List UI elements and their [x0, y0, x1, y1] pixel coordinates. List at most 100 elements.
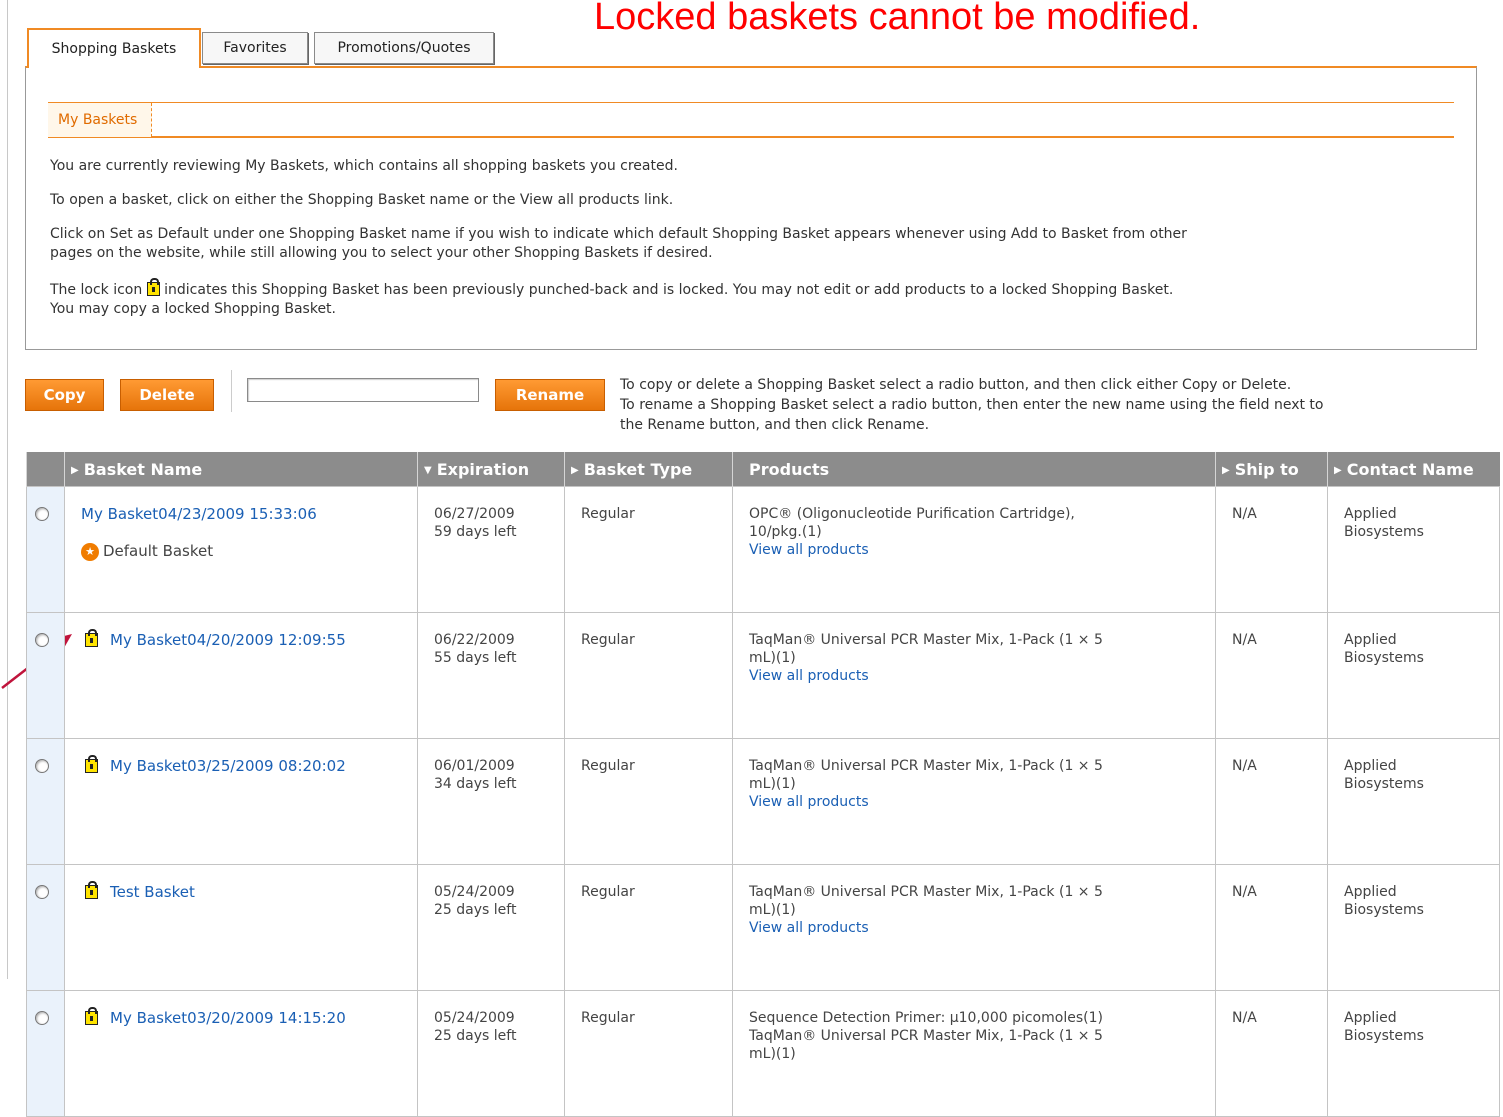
table-row: My Basket04/23/2009 15:33:06 ★ Default Ba…: [26, 486, 1500, 613]
left-border: [7, 0, 8, 979]
table-row: My Basket03/25/2009 08:20:02 06/01/2009 3…: [26, 738, 1500, 865]
row-radio[interactable]: [35, 633, 49, 647]
days-left: 25 days left: [434, 902, 517, 918]
row-radio[interactable]: [35, 759, 49, 773]
info-text-1: You are currently reviewing My Baskets, …: [50, 158, 678, 174]
rename-button[interactable]: Rename: [495, 379, 605, 411]
view-all-products-link[interactable]: View all products: [749, 920, 869, 936]
select-cell: [26, 864, 65, 991]
baskets-table: ▶ Basket Name ▼ Expiration ▶ Basket Type Pr…: [26, 452, 1500, 1117]
header-products: Products: [732, 452, 1216, 487]
header-ship-to[interactable]: ▶ Ship to: [1215, 452, 1328, 487]
header-contact-name[interactable]: ▶ Contact Name: [1327, 452, 1500, 487]
expiration-date: 06/01/2009: [434, 758, 515, 774]
tab-promotions-quotes[interactable]: Promotions/Quotes: [314, 32, 494, 64]
callout-annotation: Locked baskets cannot be modified.: [594, 0, 1201, 38]
row-radio[interactable]: [35, 1011, 49, 1025]
expiration-date: 05/24/2009: [434, 884, 515, 900]
table-row: Test Basket 05/24/2009 25 days left Regul…: [26, 864, 1500, 991]
header-expiration[interactable]: ▼ Expiration: [417, 452, 565, 487]
products-cell: TaqMan® Universal PCR Master Mix, 1-Pack…: [732, 864, 1216, 991]
expiration-cell: 06/22/2009 55 days left: [417, 612, 565, 739]
basket-name-link[interactable]: My Basket04/23/2009 15:33:06: [81, 505, 317, 523]
basket-name-cell: My Basket04/23/2009 15:33:06 ★ Default Ba…: [64, 486, 418, 613]
ship-to-cell: N/A: [1215, 864, 1328, 991]
copy-button[interactable]: Copy: [25, 379, 104, 411]
ship-to-cell: N/A: [1215, 612, 1328, 739]
ship-to-cell: N/A: [1215, 486, 1328, 613]
product-line: OPC® (Oligonucleotide Purification Cartr…: [749, 506, 1075, 522]
header-select: [26, 452, 65, 487]
subtab-my-baskets[interactable]: My Baskets: [48, 103, 153, 137]
basket-name-cell: My Basket04/20/2009 12:09:55: [64, 612, 418, 739]
star-icon: ★: [81, 543, 99, 561]
row-radio[interactable]: [35, 507, 49, 521]
row-radio[interactable]: [35, 885, 49, 899]
select-cell: [26, 738, 65, 865]
instruction-line-1: To copy or delete a Shopping Basket sele…: [620, 377, 1292, 393]
sort-arrow-icon: ▶: [71, 464, 79, 476]
default-basket-label: Default Basket: [103, 542, 214, 560]
expiration-cell: 05/24/2009 25 days left: [417, 990, 565, 1117]
rename-input[interactable]: [247, 378, 479, 402]
view-all-products-link[interactable]: View all products: [749, 668, 869, 684]
contact-cell: Applied Biosystems: [1327, 990, 1500, 1117]
product-line: TaqMan® Universal PCR Master Mix, 1-Pack…: [749, 1028, 1103, 1044]
type-cell: Regular: [564, 864, 733, 991]
sort-arrow-icon: ▶: [1222, 464, 1230, 476]
tab-favorites[interactable]: Favorites: [202, 32, 308, 64]
basket-name-cell: Test Basket: [64, 864, 418, 991]
info-text-4a-pre: The lock icon: [50, 282, 143, 298]
contact-cell: Applied Biosystems: [1327, 486, 1500, 613]
action-instructions: To copy or delete a Shopping Basket sele…: [620, 375, 1500, 435]
basket-name-link[interactable]: My Basket04/20/2009 12:09:55: [110, 631, 346, 649]
expiration-cell: 06/01/2009 34 days left: [417, 738, 565, 865]
table-row: My Basket03/20/2009 14:15:20 05/24/2009 2…: [26, 990, 1500, 1117]
type-cell: Regular: [564, 486, 733, 613]
product-line: mL)(1): [749, 650, 796, 666]
products-cell: OPC® (Oligonucleotide Purification Cartr…: [732, 486, 1216, 613]
product-line: TaqMan® Universal PCR Master Mix, 1-Pack…: [749, 632, 1103, 648]
info-text-4a-post: indicates this Shopping Basket has been …: [164, 282, 1174, 298]
expiration-cell: 06/27/2009 59 days left: [417, 486, 565, 613]
table-header-row: ▶ Basket Name ▼ Expiration ▶ Basket Type Pr…: [26, 452, 1500, 487]
sort-arrow-icon: ▶: [571, 464, 579, 476]
contact-cell: Applied Biosystems: [1327, 612, 1500, 739]
info-text-3a: Click on Set as Default under one Shoppi…: [50, 226, 1187, 242]
days-left: 34 days left: [434, 776, 517, 792]
expiration-date: 05/24/2009: [434, 1010, 515, 1026]
ship-to-cell: N/A: [1215, 990, 1328, 1117]
product-line: Sequence Detection Primer: µ10,000 picom…: [749, 1010, 1103, 1026]
view-all-products-link[interactable]: View all products: [749, 542, 869, 558]
toolbar-separator: [231, 370, 232, 412]
lock-icon: [146, 278, 160, 296]
product-line: 10/pkg.(1): [749, 524, 822, 540]
basket-name-link[interactable]: Test Basket: [110, 883, 195, 901]
basket-name-link[interactable]: My Basket03/25/2009 08:20:02: [110, 757, 346, 775]
instruction-line-3: the Rename button, and then click Rename…: [620, 417, 930, 433]
expiration-cell: 05/24/2009 25 days left: [417, 864, 565, 991]
sort-arrow-icon: ▶: [1334, 464, 1342, 476]
info-text-4b: You may copy a locked Shopping Basket.: [50, 301, 336, 317]
contact-cell: Applied Biosystems: [1327, 738, 1500, 865]
products-cell: TaqMan® Universal PCR Master Mix, 1-Pack…: [732, 738, 1216, 865]
select-cell: [26, 990, 65, 1117]
header-basket-name[interactable]: ▶ Basket Name: [64, 452, 418, 487]
select-cell: [26, 486, 65, 613]
product-line: mL)(1): [749, 1046, 796, 1062]
lock-icon: [85, 755, 98, 773]
type-cell: Regular: [564, 612, 733, 739]
basket-name-link[interactable]: My Basket03/20/2009 14:15:20: [110, 1009, 346, 1027]
header-basket-type[interactable]: ▶ Basket Type: [564, 452, 733, 487]
product-line: mL)(1): [749, 776, 796, 792]
info-panel: My Baskets You are currently reviewing M…: [25, 66, 1477, 350]
products-cell: Sequence Detection Primer: µ10,000 picom…: [732, 990, 1216, 1117]
view-all-products-link[interactable]: View all products: [749, 794, 869, 810]
type-cell: Regular: [564, 738, 733, 865]
lock-icon: [85, 881, 98, 899]
delete-button[interactable]: Delete: [120, 379, 214, 411]
product-line: mL)(1): [749, 902, 796, 918]
type-cell: Regular: [564, 990, 733, 1117]
basket-name-cell: My Basket03/20/2009 14:15:20: [64, 990, 418, 1117]
tab-shopping-baskets[interactable]: Shopping Baskets: [27, 28, 201, 68]
